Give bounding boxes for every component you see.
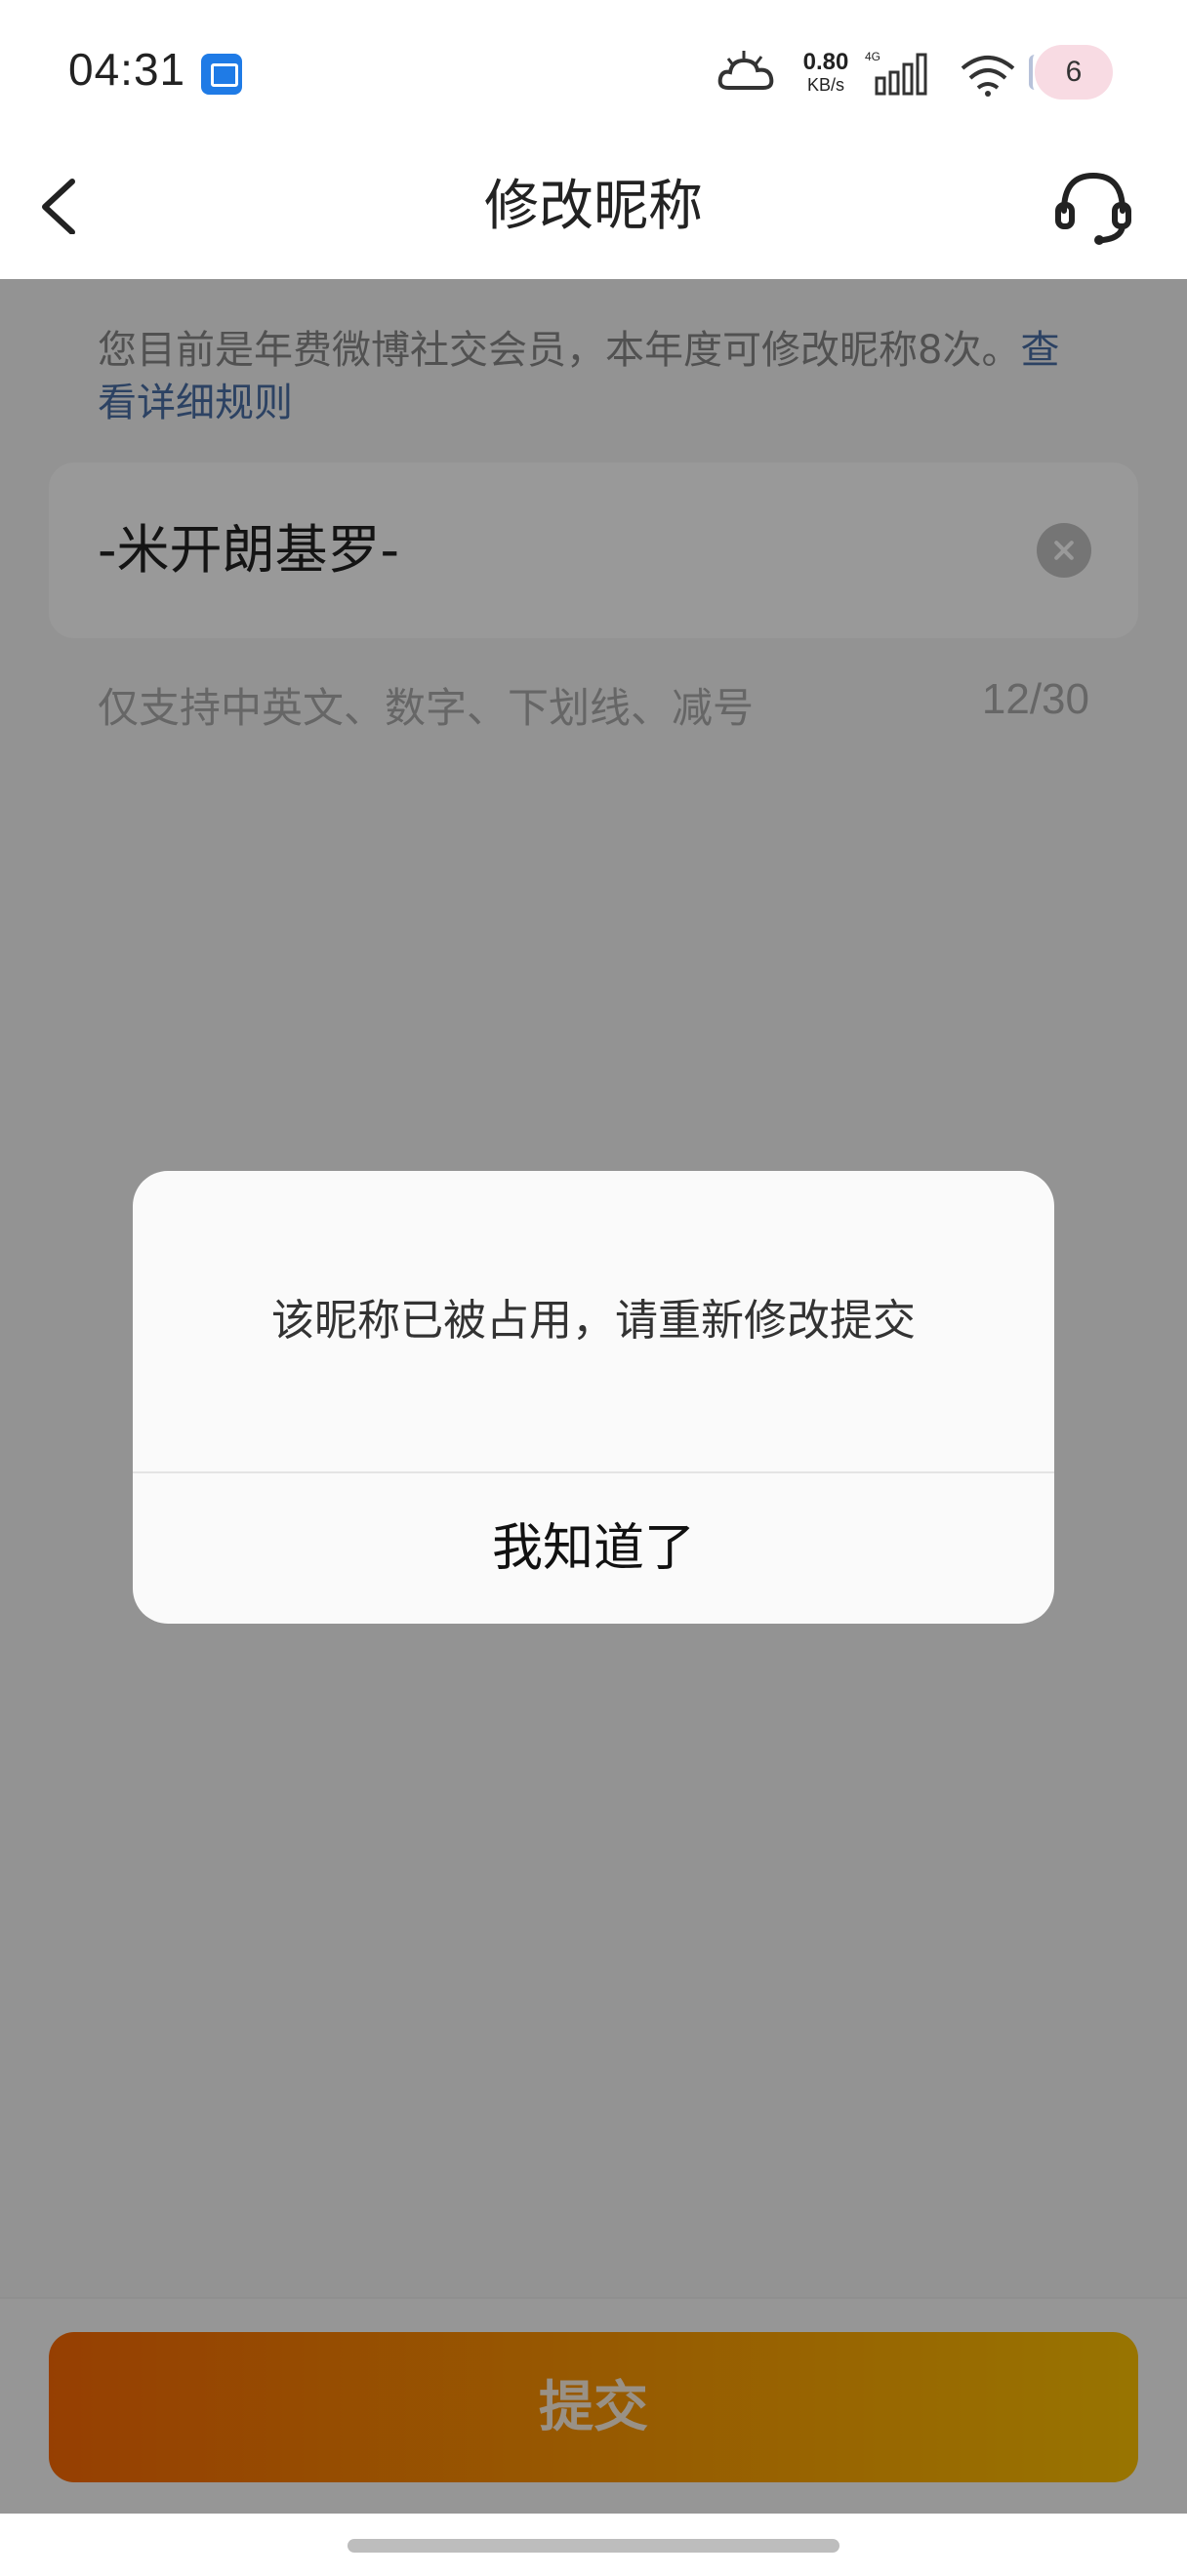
wifi-icon — [957, 51, 1019, 101]
dialog-confirm-button[interactable]: 我知道了 — [133, 1473, 1054, 1624]
weather-icon — [715, 49, 777, 101]
net-speed-value: 0.80 — [802, 49, 849, 75]
headset-icon — [1055, 172, 1131, 245]
battery-icon: 6 — [1029, 45, 1113, 100]
status-time: 04:31 — [68, 44, 186, 95]
home-indicator[interactable] — [348, 2539, 839, 2553]
home-bar — [0, 2514, 1187, 2576]
signal-icon: 4G — [863, 49, 941, 101]
customer-service-button[interactable] — [1052, 166, 1134, 252]
chevron-left-icon — [42, 179, 75, 235]
net-speed-indicator: 0.80 KB/s — [795, 49, 857, 95]
network-type-label: 4G — [865, 50, 880, 63]
dialog-message: 该昵称已被占用，请重新修改提交 — [271, 1296, 916, 1346]
net-speed-unit: KB/s — [806, 75, 844, 95]
back-button[interactable] — [33, 176, 92, 238]
app-notification-icon — [201, 54, 242, 95]
alert-dialog: 该昵称已被占用，请重新修改提交 我知道了 — [133, 1171, 1054, 1624]
page-title: 修改昵称 — [484, 175, 703, 238]
status-bar: 04:31 0.80 KB/s 4G 6 — [0, 0, 1187, 146]
navigation-bar: 修改昵称 — [0, 146, 1187, 279]
